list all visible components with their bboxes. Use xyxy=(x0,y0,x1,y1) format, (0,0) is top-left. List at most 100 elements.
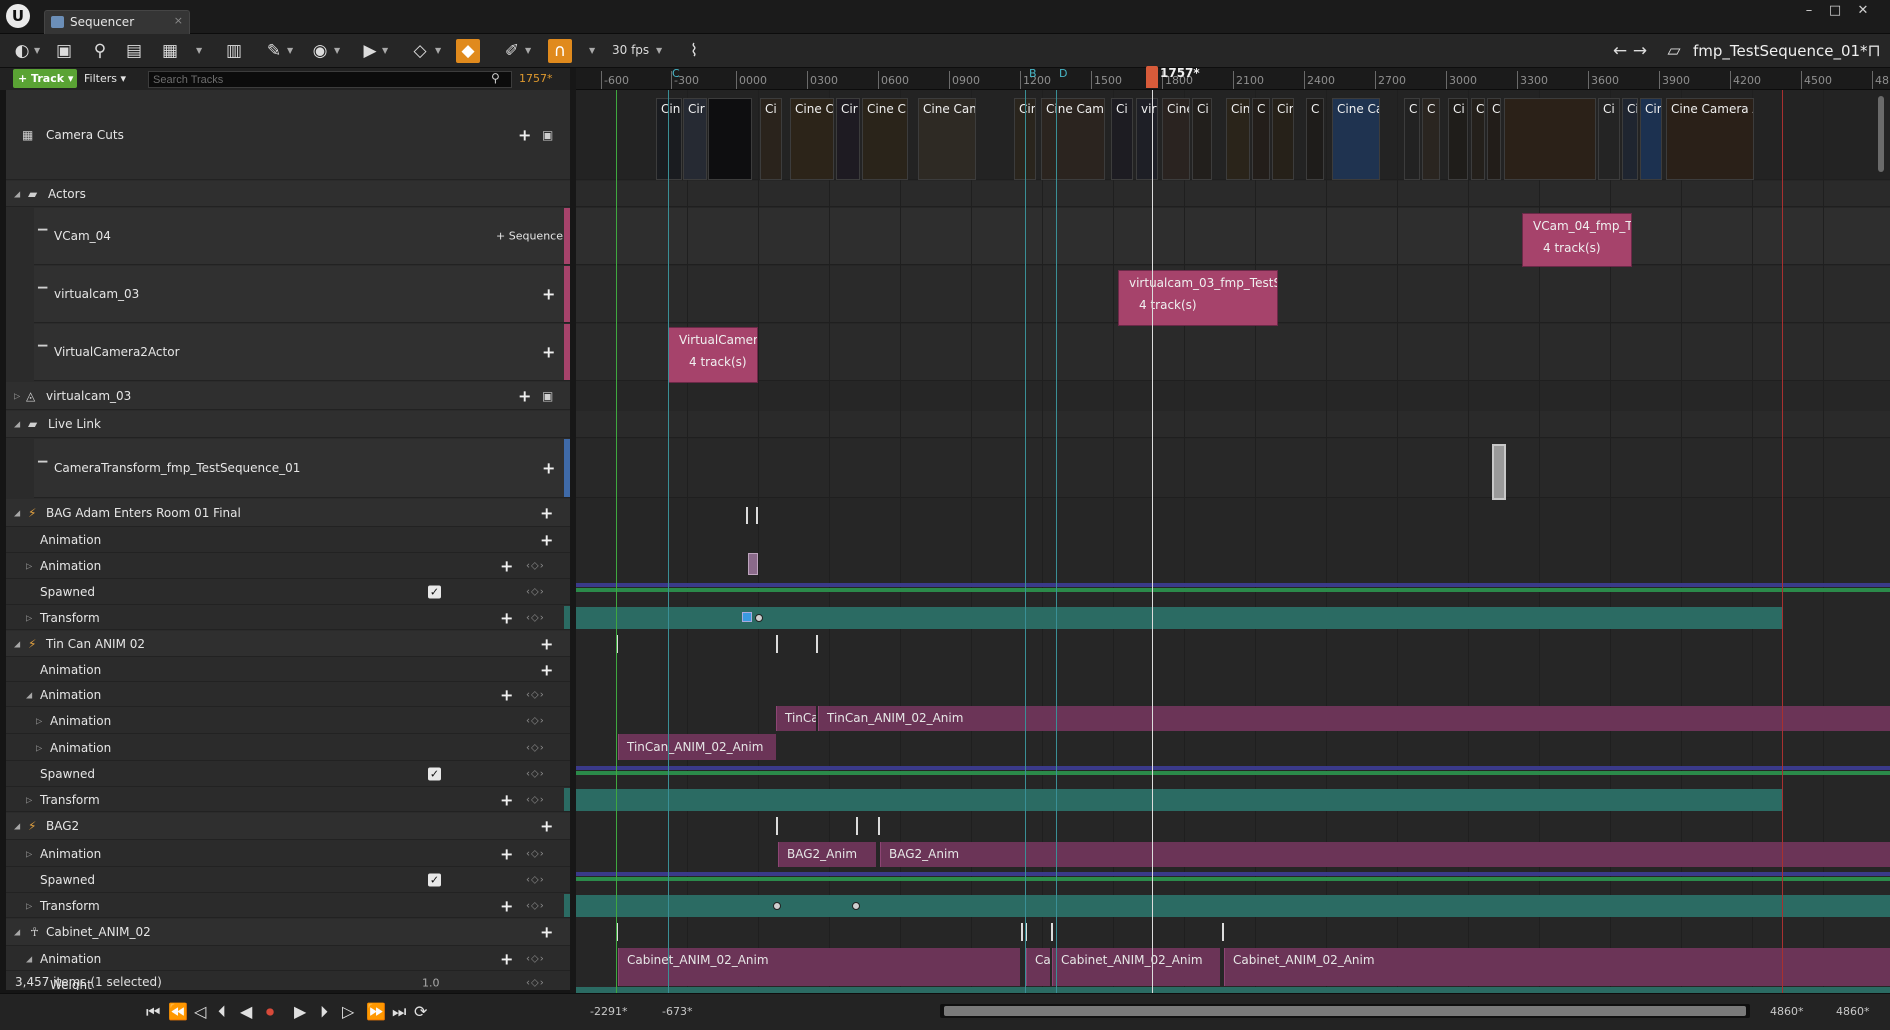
key-navigation[interactable]: ‹◇› xyxy=(526,900,545,911)
chevron-down-icon[interactable]: ▼ xyxy=(382,46,388,55)
search-icon[interactable]: ⚲ xyxy=(491,71,500,85)
camera-cuts-strip[interactable]: Cin Cir Ci Cine C Cir Cine C Cine Came C… xyxy=(656,98,1776,180)
timeline-area[interactable]: Cin Cir Ci Cine C Cir Cine C Cine Came C… xyxy=(576,90,1890,993)
key-dot-icon[interactable] xyxy=(773,902,781,910)
add-icon[interactable]: + xyxy=(500,557,513,576)
key-diamond-icon[interactable]: ◇ xyxy=(408,39,432,63)
step-forward-icon[interactable]: ⏵ xyxy=(320,1002,328,1022)
key-dot-icon[interactable] xyxy=(852,902,860,910)
animation-section[interactable] xyxy=(748,553,758,575)
time-ruler[interactable]: -600 -300 0000 0300 0600 0900 1200 1500 … xyxy=(576,68,1890,90)
anim-section[interactable]: TinCan_ANIM_02_Anim xyxy=(818,706,1890,731)
add-icon[interactable]: + xyxy=(500,608,513,627)
weight-value[interactable]: 1.0 xyxy=(422,976,440,989)
track-row-vcam04[interactable]: ▔ VCam_04 + Sequence xyxy=(34,208,570,265)
key-navigation[interactable]: ‹◇› xyxy=(526,587,545,598)
anim-section[interactable]: Cabinet_ANIM_02_Anim xyxy=(618,948,1020,986)
live-link-keyframe[interactable] xyxy=(1492,444,1506,500)
add-icon[interactable]: + xyxy=(542,343,555,362)
add-icon[interactable]: + xyxy=(540,634,553,653)
keyframe-marker[interactable] xyxy=(1051,923,1053,941)
track-row-animation[interactable]: ▷ Animation ‹◇› xyxy=(6,708,570,734)
playback-end-line[interactable] xyxy=(1782,90,1783,993)
camera-cut-section[interactable]: virt xyxy=(1136,98,1158,180)
key-navigation[interactable]: ‹◇› xyxy=(526,848,545,859)
camera-cut-section[interactable]: Cir xyxy=(1272,98,1294,180)
track-row-spawned[interactable]: Spawned ✓ ‹◇› xyxy=(6,868,570,893)
curve-editor-icon[interactable]: ⌇ xyxy=(682,39,706,63)
tab-sequencer[interactable]: Sequencer × xyxy=(44,10,190,34)
expand-arrow-icon[interactable]: ▷ xyxy=(36,716,42,725)
marker-d[interactable]: D xyxy=(1059,67,1067,80)
add-icon[interactable]: + xyxy=(518,386,531,405)
collapse-arrow-icon[interactable]: ◢ xyxy=(14,508,20,517)
horizontal-scrollbar-thumb[interactable] xyxy=(944,1006,1746,1016)
collapse-arrow-icon[interactable]: ◢ xyxy=(14,639,20,648)
add-icon[interactable]: + xyxy=(542,459,555,478)
key-navigation[interactable]: ‹◇› xyxy=(526,689,545,700)
key-navigation[interactable]: ‹◇› xyxy=(526,561,545,572)
chevron-down-icon[interactable]: ▼ xyxy=(287,46,293,55)
camera-cut-section[interactable]: Cir xyxy=(836,98,860,180)
camera-cut-section[interactable]: Cine Came xyxy=(1041,98,1105,180)
view-eye-icon[interactable]: ◉ xyxy=(308,39,332,63)
maximize-button[interactable]: □ xyxy=(1823,2,1847,20)
camera-cut-section[interactable] xyxy=(1504,98,1596,180)
camera-cut-section[interactable]: Cine Came xyxy=(918,98,976,180)
track-row-bag2[interactable]: ◢ ⚡ BAG2 + xyxy=(6,813,570,840)
camera-icon[interactable]: ▣ xyxy=(542,128,553,142)
key-navigation[interactable]: ‹◇› xyxy=(526,769,545,780)
camera-cut-section[interactable]: Cir xyxy=(683,98,707,180)
add-icon[interactable]: + xyxy=(540,503,553,522)
key-square-icon[interactable] xyxy=(742,612,752,622)
spawned-checkbox[interactable]: ✓ xyxy=(428,585,441,599)
chevron-down-icon[interactable]: ▼ xyxy=(435,46,441,55)
add-icon[interactable]: + xyxy=(500,949,513,968)
track-row-transform[interactable]: ▷ Transform + ‹◇› xyxy=(6,606,570,630)
add-track-button[interactable]: + Track ▾ xyxy=(13,69,77,88)
chevron-down-icon[interactable]: ▼ xyxy=(196,46,202,55)
expand-arrow-icon[interactable]: ▷ xyxy=(36,743,42,752)
chevron-down-icon[interactable]: ▼ xyxy=(589,46,595,55)
expand-arrow-icon[interactable]: ▷ xyxy=(26,795,32,804)
collapse-arrow-icon[interactable]: ◢ xyxy=(14,822,20,831)
fps-dropdown[interactable]: 30 fps xyxy=(612,43,649,57)
camera-cut-section[interactable]: Ci xyxy=(1448,98,1468,180)
camera-cut-section[interactable]: Ci xyxy=(760,98,782,180)
camera-cut-section[interactable]: C xyxy=(1422,98,1440,180)
chevron-down-icon[interactable]: ▼ xyxy=(334,46,340,55)
chevron-down-icon[interactable]: ▼ xyxy=(34,46,40,55)
keyframe-marker[interactable] xyxy=(816,635,818,653)
track-row-animation[interactable]: ▷ Animation ‹◇› xyxy=(6,735,570,761)
playback-icon[interactable]: ▶ xyxy=(358,39,382,63)
camera-cut-section[interactable]: Cine xyxy=(1162,98,1190,180)
collapse-arrow-icon[interactable]: ◢ xyxy=(26,954,32,963)
track-row-animation[interactable]: Animation + xyxy=(6,528,570,553)
add-icon[interactable]: + xyxy=(542,285,555,304)
track-row-spawned[interactable]: Spawned ✓ ‹◇› xyxy=(6,580,570,605)
keyframe-marker[interactable] xyxy=(756,507,758,524)
clapper-icon[interactable]: ▦ xyxy=(158,39,182,63)
add-icon[interactable]: + xyxy=(518,125,531,144)
anim-section[interactable]: Cab xyxy=(1026,948,1050,986)
keyframe-marker[interactable] xyxy=(776,817,778,835)
filters-button[interactable]: Filters ▾ xyxy=(84,72,126,85)
add-icon[interactable]: + xyxy=(500,790,513,809)
key-dot-icon[interactable] xyxy=(755,614,763,622)
camera-cut-section[interactable]: Cin xyxy=(1226,98,1250,180)
search-tracks-input[interactable] xyxy=(148,71,512,88)
anim-section[interactable]: TinCan_ANIM_02_Anim xyxy=(618,734,776,760)
camera-cut-section[interactable]: Cin xyxy=(656,98,682,180)
playback-start-line[interactable] xyxy=(616,90,617,993)
add-icon[interactable]: + xyxy=(500,844,513,863)
chevron-down-icon[interactable]: ▼ xyxy=(525,46,531,55)
chevron-down-icon[interactable]: ▼ xyxy=(656,46,662,55)
camera-cut-section[interactable]: Cin xyxy=(1640,98,1662,180)
jump-to-start-icon[interactable]: ⏮ xyxy=(146,1002,160,1022)
track-row-cabinet[interactable]: ◢ ☥ Cabinet_ANIM_02 + xyxy=(6,919,570,946)
add-icon[interactable]: + xyxy=(500,685,513,704)
track-row-cameratransform[interactable]: ▔ CameraTransform_fmp_TestSequence_01 + xyxy=(34,439,570,498)
add-icon[interactable]: + xyxy=(540,531,553,550)
add-icon[interactable]: + xyxy=(540,660,553,679)
track-row-animation[interactable]: ◢ Animation + ‹◇› xyxy=(6,683,570,707)
